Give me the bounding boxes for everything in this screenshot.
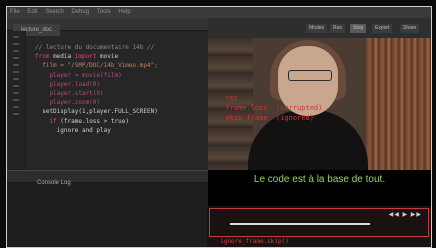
editor-tab-bar: lecture_doc [7,18,208,36]
code-line: film = "/SMP/DOC/14b_Vimeo.mp4"; [35,62,158,70]
overlay-line: skip frame (ignored) [217,114,314,122]
debug-output-line: ignore_frame.skip() [213,238,289,245]
background-bookshelf [366,38,431,170]
timeline-scrubber[interactable] [230,223,370,225]
video-toolbar: Modes Run Stop Export Share [208,18,431,38]
overlay-line: rec [217,94,239,102]
code-line: player.zoom(0) [35,99,101,107]
share-button[interactable]: Share [400,24,420,33]
modes-button[interactable]: Modes [306,24,328,33]
overlay-line: frame.loss (corrupted) [217,104,323,112]
playback-controls[interactable]: ◀◀ ▶ ▶▶ [389,211,422,218]
code-line: player.load(0) [35,80,101,88]
app-window: File Edit Sketch Debug Tools Help lectur… [6,6,432,248]
menu-item-sketch[interactable]: Sketch [42,9,66,15]
code-text: // lecture du documentaire 14b // from m… [35,43,158,135]
console-tab-bar: Console Log [7,171,208,186]
code-editor[interactable]: lecture_doc // lecture du documentaire 1… [7,18,208,170]
menu-item-tools[interactable]: Tools [94,9,114,15]
error-overlay: rec frame.loss (corrupted) skip frame (i… [217,93,322,123]
menu-item-help[interactable]: Help [115,9,133,15]
code-line: ignore and play [35,126,111,134]
menu-item-file[interactable]: File [7,9,23,15]
code-keyword: from [35,53,50,61]
code-line: (frame.loss > true) [56,117,129,125]
code-line: // lecture du documentaire 14b // [35,44,155,51]
export-button[interactable]: Export [372,24,393,33]
line-gutter [7,31,26,170]
run-button[interactable]: Run [330,24,346,33]
debug-panel: ◀◀ ▶ ▶▶ ignore_frame.skip() [207,206,431,247]
code-line: player = movie(film) [35,71,122,79]
code-keyword: import [74,53,97,61]
code-keyword: if [35,117,57,125]
menu-item-debug[interactable]: Debug [68,9,92,15]
glasses [288,70,332,81]
stop-button[interactable]: Stop [350,24,367,33]
subtitle-bar: Le code est à la base de tout. [208,170,431,206]
code-line: setDisplay(1,player.FULL_SCREEN) [35,108,158,116]
menu-bar: File Edit Sketch Debug Tools Help [7,7,431,18]
code-line: movie [96,53,119,61]
console-panel[interactable]: Console Log [7,170,208,247]
subtitle-text: Le code est à la base de tout. [253,174,386,185]
timeline-box: ◀◀ ▶ ▶▶ [209,208,429,237]
menu-item-edit[interactable]: Edit [24,9,40,15]
code-line: player.start(0) [35,90,104,98]
code-line: media [49,53,75,61]
console-tab[interactable]: Console Log [7,178,77,189]
